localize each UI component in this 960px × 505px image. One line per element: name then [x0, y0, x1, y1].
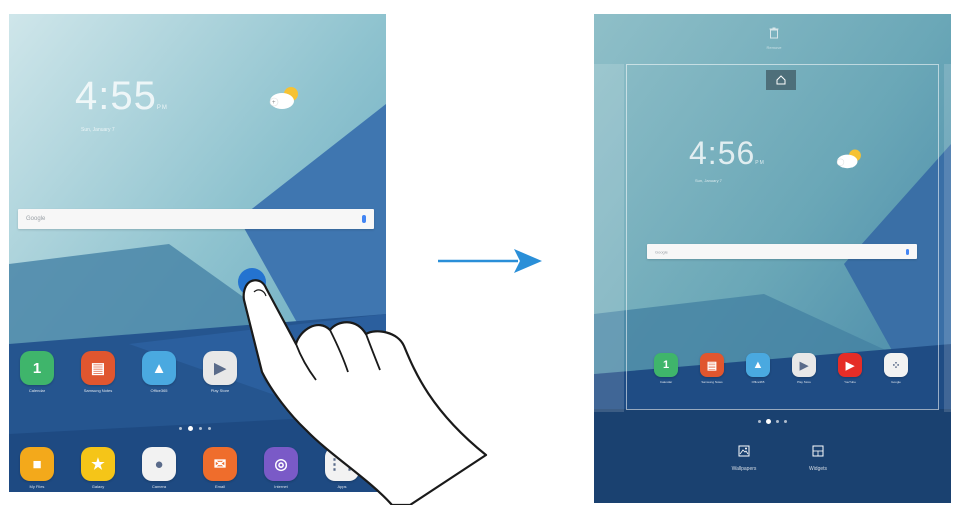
play-store-icon: ▶: [792, 353, 816, 377]
date-label: Sun, January 7: [695, 178, 722, 183]
remove-button[interactable]: Remove: [762, 26, 786, 50]
transition-arrow-icon: [438, 249, 542, 273]
google-folder-icon: ⁘: [884, 353, 908, 377]
previous-page-preview[interactable]: [594, 64, 624, 412]
notes-icon: ▤: [700, 353, 724, 377]
app-label: Office365: [751, 380, 765, 384]
wallpaper-icon: [738, 445, 750, 457]
page-dot[interactable]: [784, 420, 787, 423]
wallpapers-button[interactable]: Wallpapers: [724, 444, 764, 472]
search-placeholder: Google: [655, 249, 668, 254]
app-label: Google: [891, 380, 901, 384]
clock-time: 4:56: [689, 135, 756, 171]
page-dot[interactable]: [758, 420, 761, 423]
clock[interactable]: 4:56PM: [689, 135, 765, 172]
app-label: YouTube: [844, 380, 856, 384]
app-samsung-notes[interactable]: ▤ Samsung Notes: [700, 353, 724, 384]
app-calendar[interactable]: 1 Calendar: [654, 353, 678, 384]
home-icon: [776, 75, 786, 85]
next-page-preview[interactable]: [944, 64, 951, 412]
youtube-icon: ▶: [838, 353, 862, 377]
app-label: Samsung Notes: [701, 380, 723, 384]
trash-icon: [769, 27, 779, 39]
app-google[interactable]: ⁘ Google: [884, 353, 908, 384]
app-youtube[interactable]: ▶ YouTube: [838, 353, 862, 384]
app-label: Calendar: [659, 380, 673, 384]
page-dot-active[interactable]: [766, 419, 771, 424]
page-dot[interactable]: [776, 420, 779, 423]
widgets-button[interactable]: Widgets: [798, 444, 838, 472]
cloud-icon: ▲: [746, 353, 770, 377]
app-label: Play Store: [797, 380, 811, 384]
hand-pointer-icon: [242, 279, 488, 505]
app-play-store[interactable]: ▶ Play Store: [792, 353, 816, 384]
wallpapers-label: Wallpapers: [731, 466, 757, 472]
widgets-icon: [812, 445, 824, 457]
page-indicator: [758, 419, 787, 424]
remove-label: Remove: [766, 45, 782, 50]
google-search-bar[interactable]: Google: [647, 244, 917, 259]
set-home-page-button[interactable]: [766, 70, 796, 90]
clock-ampm: PM: [755, 160, 765, 166]
weather-icon[interactable]: [832, 145, 866, 171]
app-office365[interactable]: ▲ Office365: [746, 353, 770, 384]
mic-icon[interactable]: [906, 248, 909, 255]
calendar-icon: 1: [654, 353, 678, 377]
home-screen-edit-mode: Remove 4:56PM Sun, January 7 Google 1 Cal…: [594, 14, 951, 503]
widgets-label: Widgets: [808, 466, 828, 472]
